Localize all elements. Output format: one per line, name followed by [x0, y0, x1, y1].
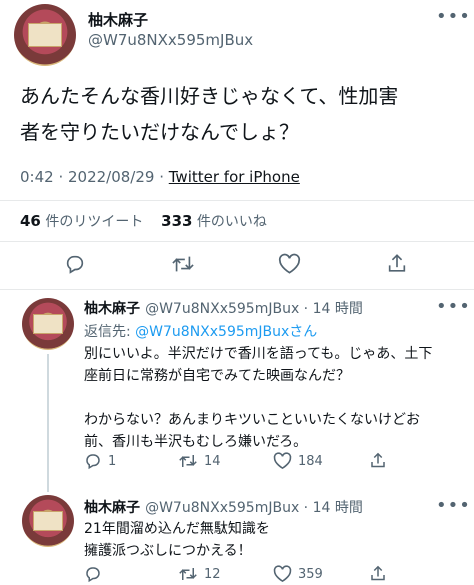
- retweet-action[interactable]: 12: [178, 565, 221, 583]
- reply-to: 返信先: @W7u8NXx595mJBuxさん: [84, 321, 317, 341]
- avatar-book-cover: [33, 510, 63, 532]
- reply-action[interactable]: 1: [84, 452, 116, 470]
- divider: [0, 200, 474, 201]
- more-icon[interactable]: •••: [436, 495, 471, 516]
- reply-action[interactable]: [84, 565, 108, 583]
- reply-header: 柚木麻子 @W7u8NXx595mJBux · 14 時間: [84, 497, 363, 517]
- reply-line: 別にいいよ。半沢だけで香川を語っても。じゃあ、土下: [84, 346, 433, 362]
- main-tweet-line: あんたそんな香川好きじゃなくて、性加害: [20, 84, 399, 108]
- main-avatar[interactable]: [14, 4, 76, 66]
- retweet-count: 14: [204, 453, 221, 469]
- reply-author-handle[interactable]: @W7u8NXx595mJBux · 14 時間: [145, 500, 363, 516]
- timestamp[interactable]: 0:42 · 2022/08/29 ·: [20, 168, 169, 186]
- reply-line: 擁護派つぶしにつかえる！: [84, 543, 252, 559]
- reply-icon[interactable]: [64, 253, 86, 275]
- reply-icon[interactable]: [84, 452, 102, 470]
- like-icon[interactable]: [278, 253, 301, 275]
- reply-line: [84, 387, 469, 409]
- more-icon[interactable]: •••: [436, 296, 471, 317]
- share-icon[interactable]: [369, 451, 387, 470]
- retweets-stat[interactable]: 46 件のリツイート: [20, 212, 144, 230]
- likes-label: 件のいいね: [196, 214, 267, 230]
- reply-author-name[interactable]: 柚木麻子: [84, 301, 140, 317]
- share-action[interactable]: [369, 451, 387, 470]
- thread-line: [47, 354, 49, 492]
- reply-line: 座前日に常務が自宅でみてた映画なんだ？: [84, 368, 350, 384]
- retweets-label: 件のリツイート: [45, 214, 144, 230]
- tweet-stats: 46 件のリツイート 333 件のいいね: [20, 211, 267, 231]
- reply-author-name[interactable]: 柚木麻子: [84, 500, 140, 516]
- reply-text: 別にいいよ。半沢だけで香川を語っても。じゃあ、土下 座前日に常務が自宅でみてた映…: [84, 343, 469, 453]
- reply-author-handle[interactable]: @W7u8NXx595mJBux · 14 時間: [145, 301, 363, 317]
- retweet-icon[interactable]: [178, 452, 198, 470]
- like-icon[interactable]: [273, 452, 292, 470]
- divider: [0, 289, 474, 290]
- retweet-icon[interactable]: [178, 565, 198, 583]
- reply-to-prefix: 返信先:: [84, 324, 136, 340]
- like-count: 184: [298, 453, 323, 469]
- reply-avatar[interactable]: [22, 298, 74, 350]
- main-tweet-text: あんたそんな香川好きじゃなくて、性加害 者を守りたいだけなんでしょ？: [20, 78, 470, 150]
- more-icon[interactable]: •••: [436, 6, 471, 27]
- main-author-handle[interactable]: @W7u8NXx595mJBux: [88, 31, 253, 49]
- main-author-name[interactable]: 柚木麻子: [88, 9, 148, 30]
- source-link[interactable]: Twitter for iPhone: [169, 168, 300, 186]
- reply-header: 柚木麻子 @W7u8NXx595mJBux · 14 時間: [84, 298, 363, 318]
- retweets-count: 46: [20, 212, 41, 230]
- like-icon[interactable]: [273, 565, 292, 583]
- avatar-book-cover: [27, 22, 63, 48]
- share-icon[interactable]: [369, 564, 387, 583]
- reply-count: 1: [108, 453, 117, 469]
- reply-icon[interactable]: [84, 565, 102, 583]
- avatar-book-cover: [33, 313, 63, 335]
- retweet-count: 12: [204, 566, 221, 582]
- retweet-icon[interactable]: [171, 253, 195, 275]
- like-count: 359: [298, 566, 323, 582]
- share-icon[interactable]: [386, 252, 408, 275]
- like-action[interactable]: 359: [273, 565, 323, 583]
- main-tweet-line: 者を守りたいだけなんでしょ？: [20, 120, 299, 144]
- reply-to-handle[interactable]: @W7u8NXx595mJBuxさん: [135, 324, 317, 340]
- reply-avatar[interactable]: [22, 495, 74, 547]
- like-action[interactable]: 184: [273, 452, 323, 470]
- reply-line: わからない？あんまりキツいこといいたくないけどお: [84, 412, 420, 428]
- share-action[interactable]: [369, 564, 387, 583]
- likes-count: 333: [161, 212, 193, 230]
- likes-stat[interactable]: 333 件のいいね: [161, 212, 267, 230]
- divider: [0, 241, 474, 242]
- reply-line: 前、香川も半沢もむしろ嫌いだろ。: [84, 434, 308, 450]
- reply-text: 21年間溜め込んだ無駄知識を 擁護派つぶしにつかえる！: [84, 518, 469, 562]
- tweet-meta: 0:42 · 2022/08/29 · Twitter for iPhone: [20, 168, 300, 186]
- retweet-action[interactable]: 14: [178, 452, 221, 470]
- reply-line: 21年間溜め込んだ無駄知識を: [84, 521, 270, 537]
